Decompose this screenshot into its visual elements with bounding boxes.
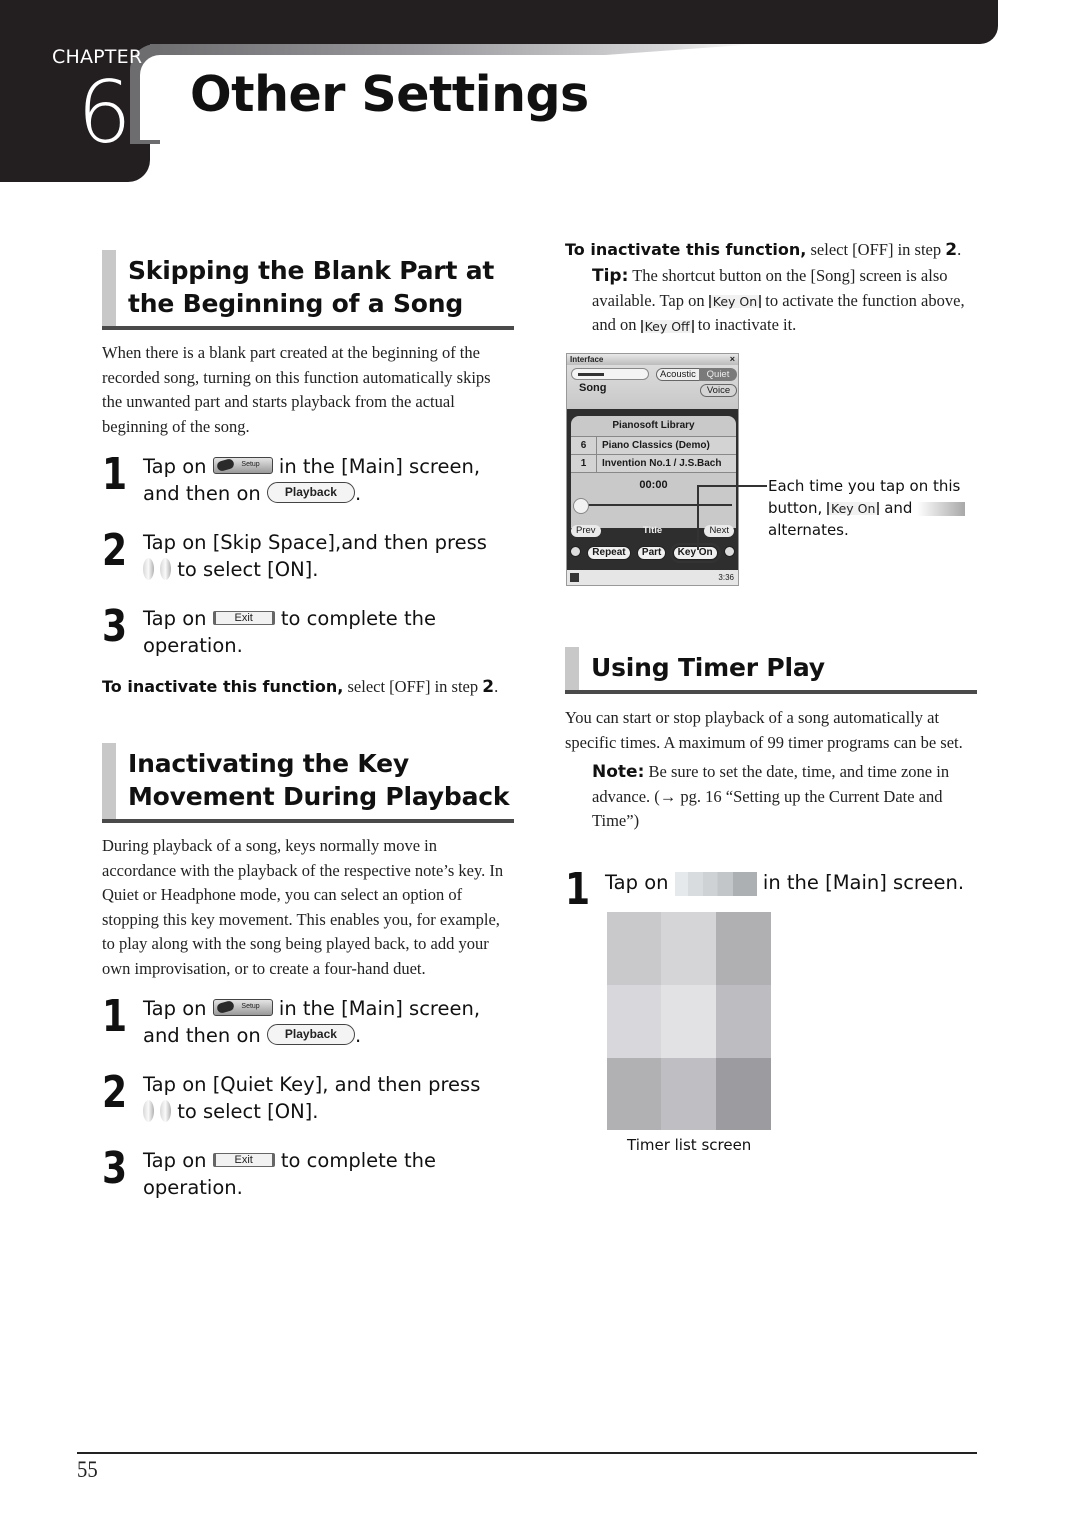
exit-button[interactable]: Exit bbox=[212, 610, 275, 625]
timer-button-image[interactable] bbox=[674, 871, 757, 896]
close-icon[interactable]: × bbox=[730, 354, 735, 365]
left-right-arrow-buttons[interactable] bbox=[143, 557, 171, 580]
volume-slider[interactable] bbox=[571, 368, 649, 380]
step-number: 1 bbox=[102, 449, 128, 500]
position-slider[interactable] bbox=[573, 498, 732, 514]
prev-button[interactable]: Prev bbox=[571, 525, 601, 537]
key-off-button[interactable]: Key Off bbox=[640, 319, 694, 333]
song-label: Song bbox=[579, 382, 607, 394]
key-on-button[interactable]: Key On bbox=[827, 502, 880, 515]
page-number: 55 bbox=[77, 1457, 98, 1482]
header-gradient-strip bbox=[148, 44, 758, 55]
step-list: 1 Tap on Setup in the [Main] screen, and… bbox=[102, 995, 514, 1201]
title-label: Title bbox=[642, 525, 663, 536]
section-body: When there is a blank part created at th… bbox=[102, 343, 491, 436]
placeholder-tile bbox=[661, 912, 716, 985]
left-column: Skipping the Blank Part at the Beginning… bbox=[102, 250, 514, 1223]
step-1: 1 Tap on Setup in the [Main] screen, and… bbox=[102, 449, 481, 506]
section-heading-timer: Using Timer Play bbox=[565, 647, 977, 694]
right-arrow-icon[interactable] bbox=[160, 557, 171, 580]
voice-button[interactable]: Voice bbox=[700, 384, 737, 397]
section-heading-key-movement: Inactivating the Key Movement During Pla… bbox=[102, 743, 514, 823]
list-item[interactable]: 1 Invention No.1 / J.S.Bach bbox=[571, 454, 736, 472]
figure-caption: Timer list screen bbox=[627, 1136, 752, 1154]
part-button[interactable]: Part bbox=[636, 546, 667, 560]
song-panel: Pianosoft Library 6 Piano Classics (Demo… bbox=[571, 416, 736, 528]
timer-list-screenshot bbox=[607, 912, 771, 1130]
exit-button[interactable]: Exit bbox=[212, 1152, 275, 1167]
song-screen-screenshot: Interface × Acoustic Quiet Song Voice Pi… bbox=[566, 353, 739, 586]
step-number: 2 bbox=[102, 1067, 128, 1118]
step-3: 3 Tap on Exit to complete the operation. bbox=[102, 1143, 436, 1200]
key-on-button[interactable]: Key On bbox=[708, 295, 762, 309]
callout-text: Each time you tap on this button, Key On… bbox=[768, 475, 988, 541]
placeholder-tile bbox=[661, 985, 716, 1058]
section-title: Inactivating the Key Movement During Pla… bbox=[128, 749, 510, 811]
placeholder-tile bbox=[607, 1058, 661, 1130]
section-title: Skipping the Blank Part at the Beginning… bbox=[128, 256, 495, 318]
time-readout: 00:00 bbox=[571, 472, 736, 491]
timer-section: Using Timer Play You can start or stop p… bbox=[565, 647, 977, 834]
setup-pill-icon bbox=[215, 457, 235, 473]
placeholder-tile bbox=[716, 912, 771, 985]
step-number: 3 bbox=[102, 601, 128, 652]
status-bar: 3:36 bbox=[567, 570, 738, 585]
playback-button[interactable]: Playback bbox=[266, 1024, 355, 1045]
inactivate-instruction: To inactivate this function, select [OFF… bbox=[102, 677, 499, 697]
start-icon[interactable] bbox=[570, 573, 579, 582]
repeat-button[interactable]: Repeat bbox=[587, 546, 631, 560]
list-item[interactable]: 6 Piano Classics (Demo) bbox=[571, 436, 736, 454]
left-arrow-icon[interactable] bbox=[143, 1099, 154, 1122]
library-title: Pianosoft Library bbox=[612, 420, 695, 431]
quiet-button[interactable]: Quiet bbox=[699, 368, 737, 381]
step-number: 2 bbox=[102, 525, 128, 576]
tip-note: Tip: The shortcut button on the [Song] s… bbox=[592, 266, 965, 334]
acoustic-button[interactable]: Acoustic bbox=[656, 368, 700, 381]
page-title: Other Settings bbox=[190, 66, 589, 123]
key-off-button-image bbox=[917, 501, 966, 516]
section-heading-skip-blank: Skipping the Blank Part at the Beginning… bbox=[102, 250, 514, 330]
right-column: To inactivate this function, select [OFF… bbox=[565, 240, 977, 338]
callout-leader bbox=[697, 485, 767, 487]
placeholder-tile bbox=[607, 912, 661, 985]
step-list: 1 Tap on Setup in the [Main] screen, and… bbox=[102, 453, 514, 659]
section-body: During playback of a song, keys normally… bbox=[102, 836, 504, 978]
clock: 3:36 bbox=[718, 573, 734, 582]
step-number: 3 bbox=[102, 1143, 128, 1194]
placeholder-tile bbox=[607, 985, 661, 1058]
callout-leader bbox=[697, 486, 699, 550]
setup-button[interactable]: Setup bbox=[212, 999, 273, 1016]
left-right-arrow-buttons[interactable] bbox=[143, 1099, 171, 1122]
setup-button[interactable]: Setup bbox=[212, 457, 273, 474]
note-label: Note: bbox=[592, 762, 645, 782]
window-titlebar: Interface × bbox=[567, 354, 738, 365]
playback-button[interactable]: Playback bbox=[266, 482, 355, 503]
timer-step-1: 1 Tap on in the [Main] screen. bbox=[565, 864, 965, 915]
key-on-toggle[interactable]: Key On bbox=[669, 543, 721, 563]
scroll-down-icon[interactable] bbox=[723, 546, 735, 557]
left-arrow-icon[interactable] bbox=[143, 557, 154, 580]
setup-pill-icon bbox=[215, 999, 235, 1015]
section-title: Using Timer Play bbox=[591, 653, 825, 682]
step-1: 1 Tap on Setup in the [Main] screen, and… bbox=[102, 991, 481, 1048]
placeholder-tile bbox=[716, 1058, 771, 1130]
chapter-number: 6 bbox=[77, 63, 132, 163]
note: Note: Be sure to set the date, time, and… bbox=[592, 762, 950, 830]
scroll-up-icon[interactable] bbox=[570, 546, 581, 557]
next-button[interactable]: Next bbox=[704, 525, 734, 537]
step-number: 1 bbox=[565, 864, 591, 915]
tip-label: Tip: bbox=[592, 266, 629, 286]
step-number: 1 bbox=[102, 991, 128, 1042]
footer-rule bbox=[77, 1452, 977, 1454]
section-body: You can start or stop playback of a song… bbox=[565, 708, 963, 752]
right-arrow-icon[interactable] bbox=[160, 1099, 171, 1122]
placeholder-tile bbox=[716, 985, 771, 1058]
placeholder-tile bbox=[661, 1058, 716, 1130]
inactivate-instruction: To inactivate this function, select [OFF… bbox=[565, 240, 962, 260]
step-2: 2 Tap on [Skip Space],and then press to … bbox=[102, 525, 487, 582]
step-2: 2 Tap on [Quiet Key], and then press to … bbox=[102, 1067, 481, 1124]
step-3: 3 Tap on Exit to complete the operation. bbox=[102, 601, 436, 658]
